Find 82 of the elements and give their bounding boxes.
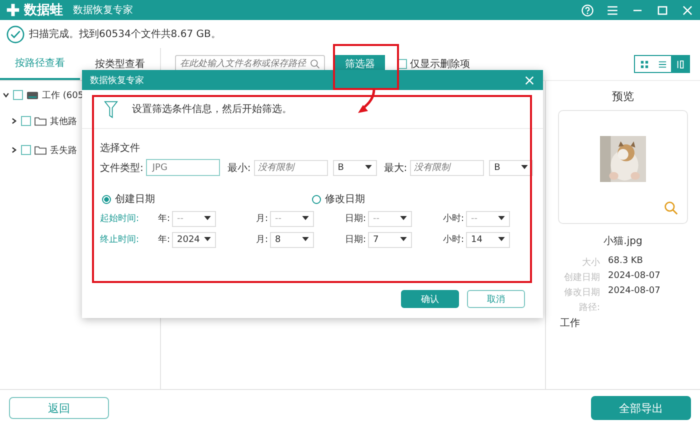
- field-label: 日期:: [344, 234, 366, 246]
- time-dropdown[interactable]: 8: [270, 232, 314, 248]
- radio-label[interactable]: 修改日期: [325, 192, 365, 206]
- app-subtitle: 数据恢复专家: [73, 4, 133, 17]
- unit-dropdown[interactable]: B: [332, 160, 377, 176]
- caret-icon: [521, 165, 528, 170]
- field-label: 年:: [158, 212, 170, 225]
- checkbox-label[interactable]: 仅显示删除项: [410, 57, 470, 71]
- field-label: 小时:: [442, 234, 464, 246]
- file-path: 工作: [559, 317, 580, 330]
- app-name: 数据蛙: [24, 2, 63, 19]
- caret-icon: [498, 237, 505, 242]
- funnel-icon: [104, 100, 118, 118]
- check-circle-icon: [6, 24, 25, 44]
- radio-label[interactable]: 创建日期: [115, 192, 155, 206]
- list-icon: [658, 60, 666, 68]
- chevron-right-icon[interactable]: [10, 117, 18, 125]
- size-field[interactable]: 没有限制: [410, 160, 484, 176]
- dialog-button[interactable]: 取消: [467, 290, 525, 308]
- dialog-title: 数据恢复专家: [90, 74, 144, 86]
- detail-label: 修改日期: [563, 286, 600, 299]
- detail-value: 68.3 KB: [608, 256, 644, 268]
- size-field[interactable]: 没有限制: [254, 160, 328, 176]
- detail-label: 创建日期: [563, 272, 600, 284]
- highlight-frame: [333, 44, 399, 90]
- close-icon[interactable]: [681, 4, 694, 16]
- field-label: 文件类型:: [100, 162, 144, 174]
- chevron-right-icon[interactable]: [10, 146, 18, 154]
- detail-label: 路径:: [578, 302, 600, 314]
- menu-icon[interactable]: [606, 4, 619, 16]
- columns-icon: [676, 60, 684, 68]
- folder-icon: [34, 116, 47, 126]
- caret-icon: [204, 237, 211, 242]
- maximize-icon[interactable]: [656, 4, 669, 16]
- field-label: 小时:: [442, 212, 464, 225]
- scan-status-text: 扫描完成。找到60534个文件共8.67 GB。: [29, 28, 221, 41]
- radio-button[interactable]: [312, 194, 321, 204]
- field-label: 月:: [256, 213, 268, 225]
- field-label: 月:: [256, 234, 268, 246]
- magnifier-icon[interactable]: [664, 201, 678, 215]
- detail-value: 2024-08-07: [608, 271, 660, 283]
- chevron-down-icon[interactable]: [2, 91, 10, 99]
- detail-label: 大小: [581, 256, 600, 269]
- back-button[interactable]: 返回: [9, 397, 109, 419]
- time-dropdown[interactable]: 14: [466, 232, 510, 248]
- caret-icon: [302, 216, 309, 221]
- section-title: 选择文件: [100, 142, 141, 155]
- folder-icon: [34, 144, 47, 156]
- time-row-label: 起始时间:: [100, 212, 140, 225]
- cross-logo-icon: [6, 3, 20, 17]
- file-name: 小猫.jpg: [604, 234, 642, 248]
- checkbox[interactable]: [21, 145, 31, 155]
- field-label: 最小:: [227, 162, 251, 174]
- caret-icon: [364, 165, 372, 170]
- time-row-label: 终止时间:: [100, 234, 140, 246]
- help-icon[interactable]: [581, 4, 594, 16]
- dialog-instruction: 设置筛选条件信息，然后开始筛选。: [132, 102, 292, 116]
- field-label: 日期:: [344, 212, 366, 225]
- grid-icon: [640, 60, 648, 68]
- radio-button[interactable]: [102, 194, 111, 204]
- checkbox[interactable]: [13, 90, 23, 100]
- preview-title: 预览: [612, 89, 634, 104]
- annotation-arrow: [357, 89, 376, 114]
- caret-icon: [400, 216, 407, 221]
- tree-item-label[interactable]: 丢失路: [50, 144, 77, 156]
- view-mode-button[interactable]: [671, 56, 689, 72]
- caret-icon: [498, 216, 505, 221]
- close-icon[interactable]: [524, 74, 535, 86]
- caret-icon: [302, 237, 309, 242]
- time-dropdown[interactable]: 2024: [172, 232, 216, 248]
- unit-dropdown[interactable]: B: [489, 160, 534, 176]
- field-label: 最大:: [384, 162, 408, 174]
- time-dropdown[interactable]: 7: [368, 232, 412, 248]
- tree-item-label[interactable]: 工作 (605: [42, 88, 84, 102]
- checkbox[interactable]: [21, 116, 31, 126]
- drive-icon: [26, 90, 39, 100]
- detail-value: 2024-08-07: [608, 286, 660, 298]
- caret-icon: [400, 237, 407, 242]
- field-label: 年:: [158, 234, 170, 246]
- tree-item-label[interactable]: 其他路: [50, 114, 77, 128]
- caret-icon: [204, 216, 211, 221]
- search-icon[interactable]: [310, 59, 320, 69]
